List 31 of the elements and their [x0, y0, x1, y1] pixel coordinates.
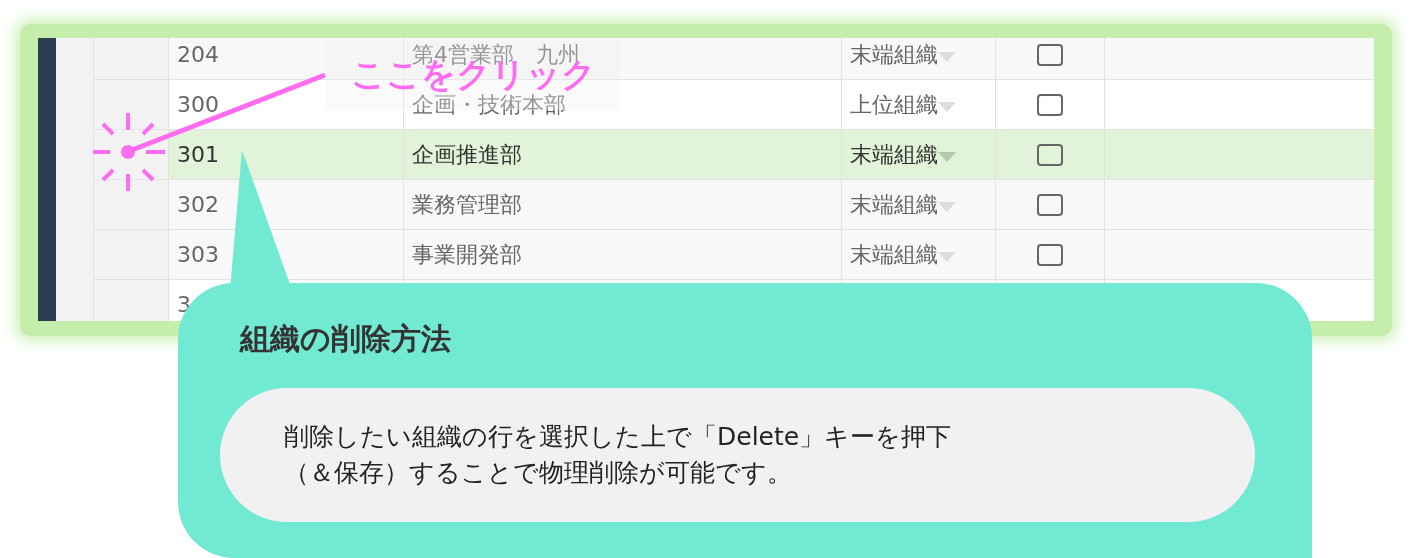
dropdown-value[interactable]: 末端組織: [850, 239, 938, 270]
click-burst-icon: [93, 113, 165, 191]
checkbox[interactable]: [1037, 143, 1063, 166]
dropdown-value[interactable]: 末端組織: [850, 39, 938, 70]
table-cell-text: 企画・技術本部: [412, 91, 566, 119]
checkbox[interactable]: [1037, 243, 1063, 266]
table-cell-text: 事業開発部: [412, 240, 522, 269]
checkbox[interactable]: [1037, 193, 1063, 216]
table-row[interactable]: 302 業務管理部 末端組織: [94, 180, 1374, 230]
caret-icon[interactable]: [938, 151, 956, 162]
callout-title: 組織の削除方法: [240, 320, 452, 358]
table-row[interactable]: 303 事業開発部 末端組織: [94, 230, 1374, 280]
table-cell-text: 企画推進部: [412, 140, 522, 169]
checkbox[interactable]: [1037, 43, 1063, 66]
caret-icon[interactable]: [938, 51, 956, 62]
caret-icon[interactable]: [938, 201, 956, 212]
row-handle[interactable]: [94, 180, 169, 229]
row-handle[interactable]: [94, 230, 169, 279]
table-row[interactable]: 301 企画推進部 末端組織: [94, 130, 1374, 180]
caret-icon[interactable]: [938, 251, 956, 262]
dropdown-value[interactable]: 上位組織: [850, 89, 938, 120]
table-cell-text: 業務管理部: [412, 190, 522, 219]
dropdown-value[interactable]: 末端組織: [850, 139, 938, 170]
checkbox[interactable]: [1037, 93, 1063, 116]
row-handle[interactable]: [94, 280, 169, 321]
row-handle[interactable]: [94, 38, 169, 79]
caret-icon[interactable]: [938, 101, 956, 112]
row-handle[interactable]: [94, 80, 169, 129]
callout-text: （＆保存）することで物理削除が可能です。: [284, 457, 792, 489]
dropdown-value[interactable]: 末端組織: [850, 189, 938, 220]
callout-text: 削除したい組織の行を選択した上で「Delete」キーを押下: [284, 420, 952, 453]
